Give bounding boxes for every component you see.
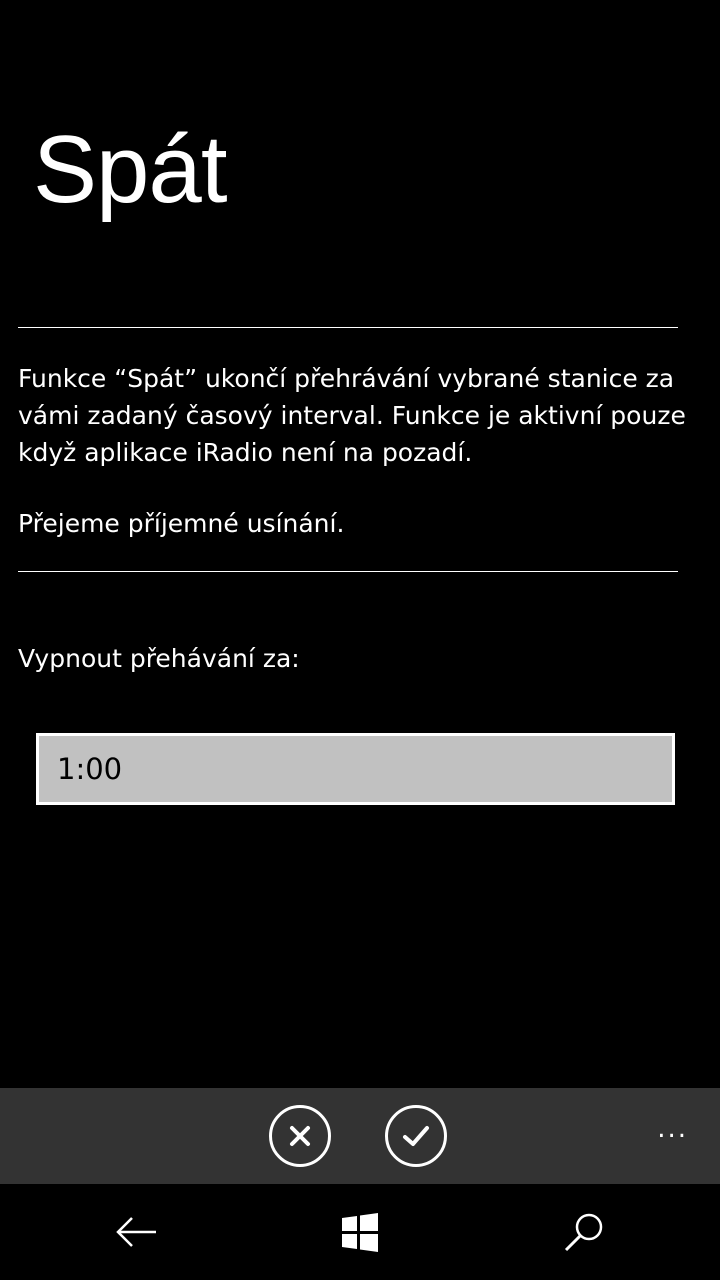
check-icon xyxy=(403,1126,429,1146)
top-divider xyxy=(18,327,678,328)
timer-picker[interactable]: 1:00 xyxy=(36,733,675,805)
app-bar: ... xyxy=(0,1088,720,1184)
system-nav-bar xyxy=(0,1184,720,1280)
search-icon xyxy=(564,1213,603,1252)
more-button[interactable]: ... xyxy=(657,1114,688,1144)
windows-start-icon xyxy=(342,1213,378,1252)
bottom-divider xyxy=(18,571,678,572)
start-button[interactable] xyxy=(336,1208,384,1256)
cancel-button[interactable] xyxy=(269,1105,331,1167)
accept-button[interactable] xyxy=(385,1105,447,1167)
back-button[interactable] xyxy=(112,1208,160,1256)
note-text: Přejeme příjemné usínání. xyxy=(18,509,345,538)
back-arrow-icon xyxy=(116,1217,156,1247)
cancel-icon xyxy=(290,1126,310,1146)
description-text: Funkce “Spát” ukončí přehrávání vybrané … xyxy=(18,364,686,467)
search-button[interactable] xyxy=(560,1208,608,1256)
page-title: Spát xyxy=(33,116,227,223)
timer-label: Vypnout přehávání za: xyxy=(18,644,300,673)
